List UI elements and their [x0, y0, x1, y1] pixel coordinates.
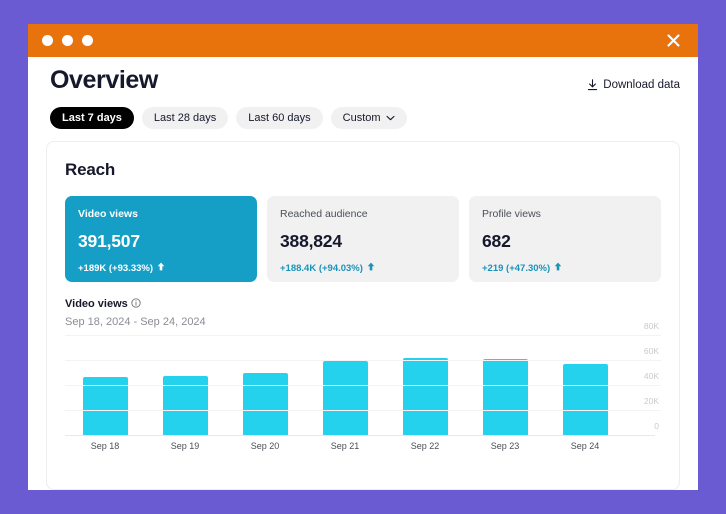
- metric-delta: +189K (+93.33%): [78, 262, 244, 274]
- metric-card-profile-views[interactable]: Profile views 682 +219 (+47.30%): [469, 195, 661, 282]
- chart-gridline: [65, 334, 661, 336]
- chart-y-tick-label: 60K: [643, 345, 659, 356]
- chart-title: Video views: [65, 297, 661, 311]
- minimize-dot[interactable]: [62, 35, 73, 46]
- chart-bar[interactable]: [482, 359, 528, 436]
- filter-pill-label: Custom: [342, 111, 381, 124]
- chart-gridline: [65, 434, 655, 436]
- metric-label: Reached audience: [280, 207, 368, 220]
- metric-value: 391,507: [78, 231, 140, 252]
- close-icon[interactable]: [662, 30, 684, 52]
- chart-y-tick-label: 0: [654, 420, 659, 431]
- metric-label: Profile views: [482, 207, 541, 220]
- filter-pill-custom[interactable]: Custom: [330, 106, 407, 129]
- page-root: Overview Download data Last 7 days Last …: [0, 0, 726, 514]
- chart-title-label: Video views: [65, 298, 128, 310]
- chart-bar[interactable]: [402, 358, 448, 436]
- chart-bar[interactable]: [82, 376, 128, 436]
- chart-x-tick-label: Sep 21: [330, 440, 360, 451]
- page-title: Overview: [50, 66, 158, 94]
- metric-label: Video views: [78, 207, 138, 220]
- chart-gridline: [65, 384, 661, 386]
- chart-bar-column: [545, 336, 625, 436]
- info-icon[interactable]: [131, 297, 141, 311]
- trend-up-icon: [554, 262, 562, 274]
- download-icon: [587, 79, 598, 91]
- chart-date-range: Sep 18, 2024 - Sep 24, 2024: [65, 315, 206, 328]
- chart-plot-area: 0 20K 40K 60K 80K: [65, 321, 661, 436]
- chart-bar-column: [305, 336, 385, 436]
- chart-bar[interactable]: [322, 360, 368, 436]
- metric-card-video-views[interactable]: Video views 391,507 +189K (+93.33%): [65, 195, 257, 282]
- metric-delta-text: +219 (+47.30%): [482, 262, 551, 274]
- trend-up-icon: [367, 262, 375, 274]
- metric-delta-text: +189K (+93.33%): [78, 262, 153, 274]
- filter-pill-label: Last 28 days: [153, 111, 217, 124]
- download-data-label: Download data: [603, 79, 680, 91]
- filter-pill-last-7-days[interactable]: Last 7 days: [50, 106, 134, 129]
- reach-panel: Reach Video views 391,507 +189K (+93.33%…: [46, 140, 680, 490]
- download-data-button[interactable]: Download data: [587, 79, 680, 91]
- metric-value: 388,824: [280, 231, 342, 252]
- chart-y-tick-label: 20K: [643, 395, 659, 406]
- filter-pill-last-28-days[interactable]: Last 28 days: [141, 106, 229, 129]
- chart-x-tick-label: Sep 19: [170, 440, 200, 451]
- browser-window: Overview Download data Last 7 days Last …: [28, 24, 698, 490]
- maximize-dot[interactable]: [82, 35, 93, 46]
- close-dot[interactable]: [42, 35, 53, 46]
- chart-bar-column: [145, 336, 225, 436]
- trend-up-icon: [157, 262, 165, 274]
- chart-bar-column: [385, 336, 465, 436]
- chevron-down-icon: [386, 112, 395, 124]
- filter-pill-label: Last 60 days: [248, 111, 311, 124]
- metric-card-reached-audience[interactable]: Reached audience 388,824 +188.4K (+94.03…: [267, 195, 459, 282]
- chart-y-tick-label: 80K: [643, 320, 659, 331]
- metric-value: 682: [482, 231, 511, 252]
- metric-delta: +188.4K (+94.03%): [280, 262, 446, 274]
- window-titlebar: [28, 24, 698, 57]
- chart-header: Video views Sep 18, 2024 - Sep 24, 2024: [65, 297, 661, 328]
- header-row: Overview Download data: [46, 66, 680, 95]
- section-title-reach: Reach: [65, 159, 116, 179]
- chart-x-tick-label: Sep 20: [250, 440, 280, 451]
- chart-bar-column: [465, 336, 545, 436]
- filter-pill-label: Last 7 days: [62, 111, 122, 124]
- chart-gridline: [65, 409, 661, 411]
- chart-bar[interactable]: [562, 364, 608, 436]
- page-body: Overview Download data Last 7 days Last …: [28, 57, 698, 490]
- video-views-chart: 0 20K 40K 60K 80K Sep 18 Sep 19 Sep 20 Sep 21 Se…: [65, 321, 661, 490]
- chart-bars: [65, 336, 625, 436]
- chart-bar[interactable]: [242, 373, 288, 436]
- metric-delta-text: +188.4K (+94.03%): [280, 262, 363, 274]
- date-range-filters: Last 7 days Last 28 days Last 60 days Cu…: [46, 106, 680, 129]
- window-control-dots: [42, 35, 93, 46]
- metric-delta: +219 (+47.30%): [482, 262, 648, 274]
- chart-x-tick-label: Sep 24: [570, 440, 600, 451]
- chart-bar-column: [225, 336, 305, 436]
- metric-cards: Video views 391,507 +189K (+93.33%) Reac…: [65, 195, 661, 282]
- chart-x-tick-label: Sep 18: [90, 440, 120, 451]
- chart-y-tick-label: 40K: [643, 370, 659, 381]
- filter-pill-last-60-days[interactable]: Last 60 days: [236, 106, 323, 129]
- chart-gridline: [65, 359, 661, 361]
- chart-x-axis-labels: Sep 18 Sep 19 Sep 20 Sep 21 Sep 22 Sep 23 Sep …: [65, 441, 625, 451]
- chart-bar-column: [65, 336, 145, 436]
- chart-x-tick-label: Sep 22: [410, 440, 440, 451]
- chart-x-tick-label: Sep 23: [490, 440, 520, 451]
